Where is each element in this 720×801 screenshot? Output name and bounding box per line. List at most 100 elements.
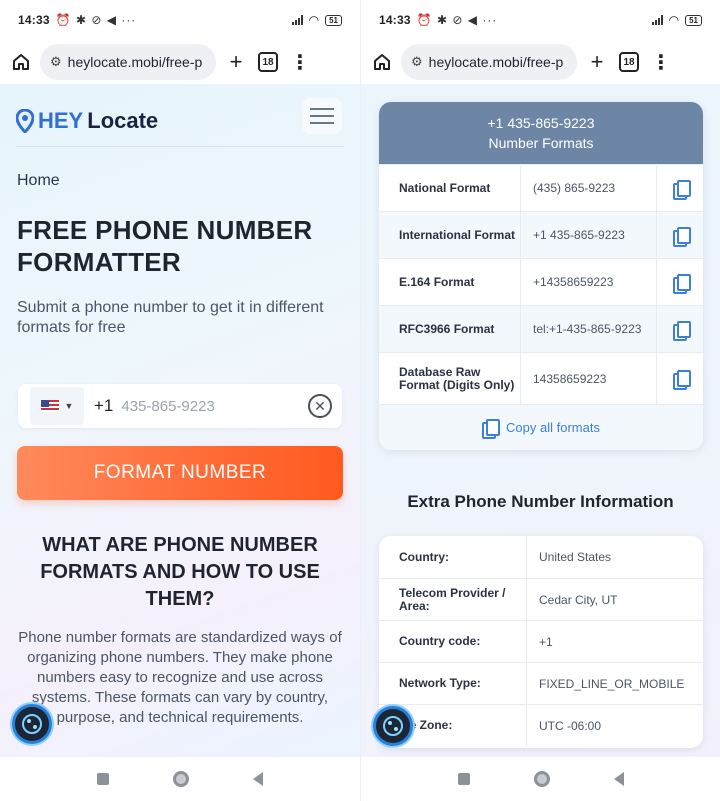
home-icon[interactable] (10, 51, 32, 73)
format-label: E.164 Format (379, 259, 521, 305)
info-row-country-code: Country code: +1 (379, 620, 703, 662)
info-row-time-zone: me Zone: UTC -06:00 (379, 704, 703, 746)
copy-icon (673, 179, 691, 200)
info-value: United States (539, 550, 612, 564)
recent-apps-icon[interactable] (97, 773, 109, 785)
more-options-icon[interactable]: ⋮ (288, 50, 312, 74)
info-label: Network Type: (379, 663, 527, 704)
recent-apps-icon[interactable] (457, 773, 470, 785)
logo[interactable]: HEY Locate (16, 108, 158, 134)
copy-icon (673, 273, 691, 294)
info-row-country: Country: United States (379, 536, 703, 578)
format-label: National Format (379, 165, 521, 211)
copy-all-formats-button[interactable]: Copy all formats (379, 404, 703, 450)
phone-number-input[interactable] (121, 397, 282, 415)
header-divider (16, 146, 344, 147)
chevron-down-icon: ▼ (64, 401, 74, 411)
us-flag-icon (40, 400, 59, 412)
left-screenshot: 14:33 ⏰ ✱ ⊘ ◀ ··· ◠ 51 ⚙ heylocate.mobi/… (0, 0, 360, 801)
clear-icon[interactable]: ✕ (308, 394, 332, 418)
status-notification-icons: ⏰ ✱ ⊘ ◀ ··· (55, 13, 137, 27)
page-content: +1 435-865-9223 Number Formats National … (361, 84, 720, 757)
country-selector[interactable]: ▼ (30, 387, 84, 425)
copy-all-label: Copy all formats (506, 420, 600, 435)
format-row-national: National Format (435) 865-9223 (379, 164, 703, 211)
format-row-rfc3966: RFC3966 Format tel:+1-435-865-9223 (379, 305, 703, 352)
wifi-icon: ◠ (668, 13, 680, 27)
logo-text-locate: Locate (87, 108, 159, 133)
browser-toolbar: ⚙ heylocate.mobi/free-p + 18 ⋮ (0, 40, 360, 84)
home-icon[interactable] (371, 51, 393, 73)
format-label: Database Raw Format (Digits Only) (379, 353, 521, 404)
home-nav-icon[interactable] (173, 771, 189, 787)
format-row-database-raw: Database Raw Format (Digits Only) 143586… (379, 352, 703, 404)
info-value: UTC -06:00 (539, 718, 602, 733)
page-subtitle: Submit a phone number to get it in diffe… (17, 299, 324, 336)
info-value: FIXED_LINE_OR_MOBILE (539, 676, 685, 691)
tab-switcher-button[interactable]: 18 (617, 50, 641, 74)
accessibility-widget-button[interactable] (373, 706, 413, 746)
format-number-button[interactable]: FORMAT NUMBER (17, 446, 343, 500)
copy-button[interactable] (657, 165, 703, 211)
phone-number-field: ▼ +1 ✕ (18, 384, 342, 428)
extra-info-card: Country: United States Telecom Provider … (379, 536, 703, 748)
info-value: +1 (539, 634, 553, 649)
back-icon[interactable] (613, 772, 624, 786)
format-value: +14358659223 (521, 259, 657, 305)
format-row-international: International Format +1 435-865-9223 (379, 211, 703, 258)
section-heading: WHAT ARE PHONE NUMBER FORMATS AND HOW TO… (40, 534, 320, 610)
page-content: HEY Locate Home FREE PHONE NUMBER FORMATT… (0, 84, 360, 757)
signal-icon (651, 15, 663, 25)
number-formats-card: +1 435-865-9223 Number Formats National … (379, 102, 703, 450)
info-label: Country: (379, 536, 527, 578)
extra-info-heading: Extra Phone Number Information (407, 492, 674, 511)
format-value: (435) 865-9223 (521, 165, 657, 211)
menu-button[interactable] (302, 98, 342, 134)
format-value: +1 435-865-9223 (521, 212, 657, 258)
formatted-phone-number: +1 435-865-9223 (487, 115, 595, 131)
breadcrumb-home[interactable]: Home (17, 172, 60, 190)
more-options-icon[interactable]: ⋮ (649, 50, 673, 74)
new-tab-icon[interactable]: + (585, 49, 609, 74)
info-row-provider: Telecom Provider / Area: Cedar City, UT (379, 578, 703, 620)
status-right-icons: ◠ 51 (651, 13, 702, 27)
copy-button[interactable] (657, 212, 703, 258)
back-icon[interactable] (253, 772, 263, 786)
site-settings-icon[interactable]: ⚙ (411, 54, 423, 70)
new-tab-icon[interactable]: + (224, 49, 248, 74)
widget-icon (383, 716, 403, 736)
tab-count: 18 (258, 52, 278, 72)
status-right-icons: ◠ 51 (291, 13, 342, 27)
location-pin-icon (16, 109, 34, 133)
browser-toolbar: ⚙ heylocate.mobi/free-p + 18 ⋮ (361, 40, 720, 84)
tab-count: 18 (619, 52, 639, 72)
url-text: heylocate.mobi/free-p (67, 54, 203, 70)
android-nav-bar (0, 757, 360, 801)
status-time: 14:33 (379, 13, 411, 27)
format-value: tel:+1-435-865-9223 (521, 306, 657, 352)
site-settings-icon[interactable]: ⚙ (50, 54, 62, 70)
status-notification-icons: ⏰ ✱ ⊘ ◀ ··· (416, 13, 498, 27)
copy-button[interactable] (657, 259, 703, 305)
tab-switcher-button[interactable]: 18 (256, 50, 280, 74)
battery-icon: 51 (325, 14, 342, 26)
info-value: Cedar City, UT (539, 592, 618, 607)
widget-icon (22, 714, 42, 734)
copy-button[interactable] (657, 306, 703, 352)
status-bar: 14:33 ⏰ ✱ ⊘ ◀ ··· ◠ 51 (0, 0, 360, 40)
page-title: FREE PHONE NUMBER FORMATTER (17, 215, 313, 277)
format-label: RFC3966 Format (379, 306, 521, 352)
info-row-network-type: Network Type: FIXED_LINE_OR_MOBILE (379, 662, 703, 704)
address-bar[interactable]: ⚙ heylocate.mobi/free-p (40, 44, 216, 80)
url-text: heylocate.mobi/free-p (428, 54, 564, 70)
wifi-icon: ◠ (308, 13, 320, 27)
formats-card-title: Number Formats (488, 135, 594, 151)
home-nav-icon[interactable] (533, 771, 550, 787)
address-bar[interactable]: ⚙ heylocate.mobi/free-p (401, 44, 577, 80)
copy-button[interactable] (657, 353, 703, 404)
right-screenshot: 14:33 ⏰ ✱ ⊘ ◀ ··· ◠ 51 ⚙ heylocate.mobi/… (360, 0, 720, 801)
logo-text-hey: HEY (38, 108, 84, 133)
info-label: Country code: (379, 621, 527, 662)
accessibility-widget-button[interactable] (12, 704, 52, 744)
info-label: Telecom Provider / Area: (379, 579, 527, 620)
